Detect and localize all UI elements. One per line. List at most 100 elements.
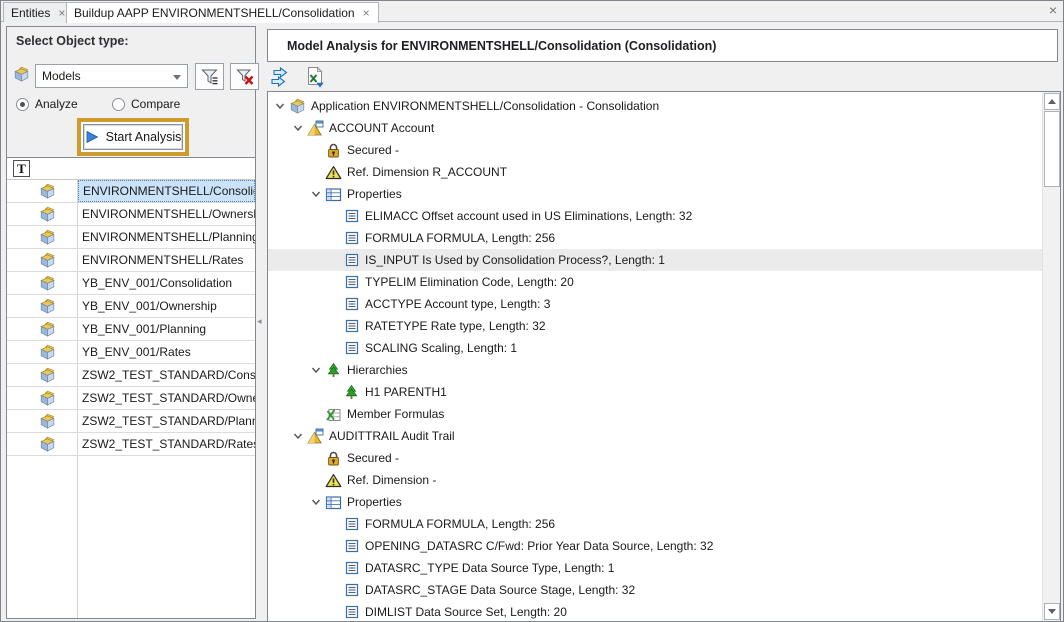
tree-row[interactable]: DIMLIST Data Source Set, Length: 20 — [268, 601, 1042, 622]
tree-row[interactable]: ACCOUNT Account — [268, 117, 1042, 139]
panel-splitter[interactable]: ◂ — [257, 314, 265, 328]
property-item-icon — [343, 274, 360, 291]
start-analysis-button[interactable]: Start Analysis — [83, 124, 183, 150]
tree-row-label: Secured - — [342, 143, 399, 157]
hierarchy-tree-icon — [343, 384, 360, 401]
arrow-up-icon — [1048, 99, 1056, 104]
chevron-down-icon[interactable] — [292, 121, 307, 135]
tree-row-label: Secured - — [342, 451, 399, 465]
model-row[interactable]: YB_ENV_001/Consolidation — [7, 272, 255, 295]
tree-row[interactable]: Secured - — [268, 447, 1042, 469]
tree-row-label: OPENING_DATASRC C/Fwd: Prior Year Data S… — [360, 539, 713, 553]
chevron-spacer — [310, 407, 325, 421]
tree-row[interactable]: DATASRC_STAGE Data Source Stage, Length:… — [268, 579, 1042, 601]
dimension-icon — [307, 120, 324, 137]
text-filter-icon[interactable]: T — [13, 160, 30, 177]
tree-row[interactable]: IS_INPUT Is Used by Consolidation Proces… — [268, 249, 1042, 271]
play-icon — [85, 130, 99, 144]
tree-row[interactable]: Properties — [268, 491, 1042, 513]
scrollbar-thumb[interactable] — [1044, 111, 1060, 187]
tree-row[interactable]: H1 PARENTH1 — [268, 381, 1042, 403]
model-cube-icon — [39, 275, 56, 292]
model-cube-icon — [39, 229, 56, 246]
tree-row[interactable]: ACCTYPE Account type, Length: 3 — [268, 293, 1042, 315]
tree-row-label: RATETYPE Rate type, Length: 32 — [360, 319, 546, 333]
tree-row[interactable]: Application ENVIRONMENTSHELL/Consolidati… — [268, 95, 1042, 117]
tree-row[interactable]: ELIMACC Offset account used in US Elimin… — [268, 205, 1042, 227]
model-row[interactable]: ZSW2_TEST_STANDARD/Owners... — [7, 387, 255, 410]
tree-row-label: H1 PARENTH1 — [360, 385, 447, 399]
vertical-scrollbar[interactable] — [1042, 92, 1060, 621]
close-icon[interactable]: × — [1049, 3, 1057, 17]
tree-row[interactable]: FORMULA FORMULA, Length: 256 — [268, 513, 1042, 535]
tree-row[interactable]: AUDITTRAIL Audit Trail — [268, 425, 1042, 447]
chevron-down-icon[interactable] — [310, 363, 325, 377]
model-cube-icon — [289, 98, 306, 115]
tab-buildup[interactable]: Buildup AAPP ENVIRONMENTSHELL/Consolidat… — [66, 2, 379, 23]
model-row[interactable]: ENVIRONMENTSHELL/Rates — [7, 249, 255, 272]
lock-icon — [325, 450, 342, 467]
model-row[interactable]: ZSW2_TEST_STANDARD/Rates — [7, 433, 255, 456]
model-row-label: ZSW2_TEST_STANDARD/Owners... — [78, 387, 255, 409]
tree-row[interactable]: OPENING_DATASRC C/Fwd: Prior Year Data S… — [268, 535, 1042, 557]
clear-filter-button[interactable] — [230, 63, 259, 90]
model-row[interactable]: YB_ENV_001/Ownership — [7, 295, 255, 318]
member-formula-icon — [325, 406, 342, 423]
tree-row[interactable]: Ref. Dimension R_ACCOUNT — [268, 161, 1042, 183]
scrollbar-up-button[interactable] — [1044, 93, 1060, 110]
radio-compare[interactable]: Compare — [112, 97, 180, 111]
model-cube-icon — [39, 436, 56, 453]
model-row[interactable]: ENVIRONMENTSHELL/Ownership — [7, 203, 255, 226]
property-item-icon — [343, 252, 360, 269]
tree-row[interactable]: Hierarchies — [268, 359, 1042, 381]
tree-row[interactable]: FORMULA FORMULA, Length: 256 — [268, 227, 1042, 249]
tab-entities[interactable]: Entities × — [3, 2, 74, 22]
model-row-label: ZSW2_TEST_STANDARD/Planning — [78, 410, 255, 432]
model-row[interactable]: YB_ENV_001/Rates — [7, 341, 255, 364]
chevron-down-icon[interactable] — [274, 99, 289, 113]
tree-row-label: ELIMACC Offset account used in US Elimin… — [360, 209, 692, 223]
tree-row-label: Hierarchies — [342, 363, 408, 377]
model-row[interactable]: YB_ENV_001/Planning — [7, 318, 255, 341]
model-row[interactable]: ENVIRONMENTSHELL/Consolidation — [7, 180, 255, 203]
tree-row-label: IS_INPUT Is Used by Consolidation Proces… — [360, 253, 665, 267]
radio-analyze-label: Analyze — [35, 97, 78, 111]
tree-row[interactable]: RATETYPE Rate type, Length: 32 — [268, 315, 1042, 337]
tree-row[interactable]: TYPELIM Elimination Code, Length: 20 — [268, 271, 1042, 293]
model-row[interactable]: ZSW2_TEST_STANDARD/Planning — [7, 410, 255, 433]
model-row[interactable]: ZSW2_TEST_STANDARD/Consoli... — [7, 364, 255, 387]
model-cube-icon — [39, 344, 56, 361]
property-item-icon — [343, 560, 360, 577]
model-row[interactable]: ENVIRONMENTSHELL/Planning — [7, 226, 255, 249]
export-excel-icon — [304, 66, 326, 88]
chevron-down-icon[interactable] — [292, 429, 307, 443]
model-cube-icon — [39, 206, 56, 223]
chevron-down-icon[interactable] — [310, 495, 325, 509]
tree-row[interactable]: SCALING Scaling, Length: 1 — [268, 337, 1042, 359]
model-cube-icon — [39, 390, 56, 407]
model-row-label: ZSW2_TEST_STANDARD/Rates — [78, 433, 255, 455]
object-type-select[interactable]: Models — [35, 64, 188, 88]
model-row-label: ZSW2_TEST_STANDARD/Consoli... — [78, 364, 255, 386]
tree-row[interactable]: DATASRC_TYPE Data Source Type, Length: 1 — [268, 557, 1042, 579]
tree-row[interactable]: Ref. Dimension - — [268, 469, 1042, 491]
filter-button[interactable] — [195, 63, 224, 90]
chevron-down-icon[interactable] — [310, 187, 325, 201]
panel-title: Select Object type: — [7, 27, 255, 52]
expand-arrows-button[interactable] — [269, 65, 293, 89]
radio-analyze[interactable]: Analyze — [16, 97, 78, 111]
mode-radio-group: Analyze Compare — [7, 97, 255, 115]
tree-row[interactable]: Properties — [268, 183, 1042, 205]
close-icon[interactable]: × — [362, 8, 371, 18]
tab-entities-label: Entities — [11, 6, 50, 20]
scrollbar-down-button[interactable] — [1044, 603, 1060, 620]
tree-row[interactable]: Secured - — [268, 139, 1042, 161]
property-item-icon — [343, 538, 360, 555]
export-excel-button[interactable] — [303, 65, 327, 89]
chevron-spacer — [328, 319, 343, 333]
chevron-spacer — [310, 143, 325, 157]
tree-row[interactable]: Member Formulas — [268, 403, 1042, 425]
property-item-icon — [343, 318, 360, 335]
chevron-spacer — [328, 341, 343, 355]
model-cube-icon — [39, 252, 56, 269]
